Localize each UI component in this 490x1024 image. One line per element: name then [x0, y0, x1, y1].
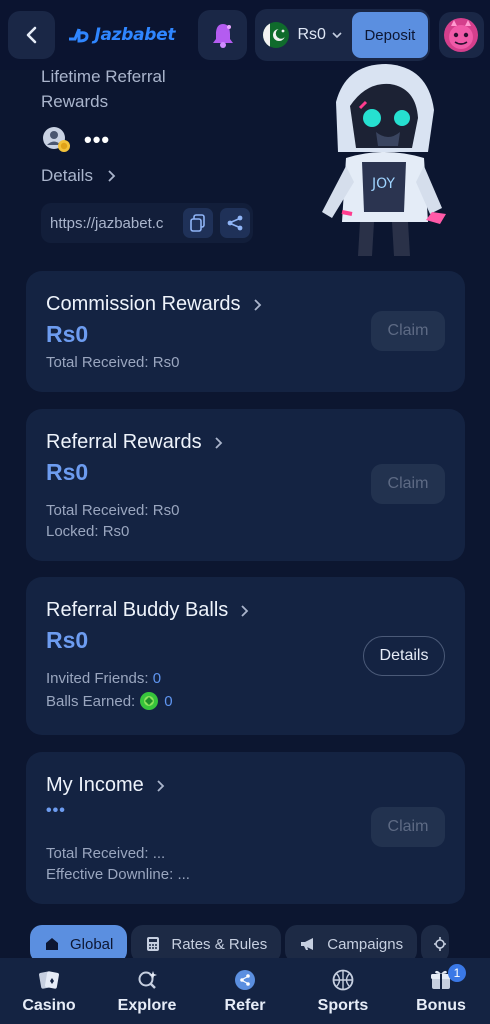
balls-earned-value: 0 — [164, 692, 173, 710]
referral-link-box: https://jazbabet.c — [41, 203, 253, 243]
balls-earned: Balls Earned: 0 — [46, 691, 173, 711]
referral-buddy-balls-card: Referral Buddy Balls Rs0 Invited Friends… — [26, 577, 465, 735]
megaphone-icon — [299, 936, 317, 952]
wallet-balance: Rs0 — [297, 26, 326, 43]
nav-refer-label: Refer — [224, 997, 266, 1014]
referral-locked: Locked: Rs0 — [46, 523, 129, 540]
bell-icon — [212, 24, 233, 48]
green-ball-icon — [140, 692, 159, 710]
avatar-devil-icon — [444, 18, 479, 52]
nav-sports[interactable]: Sports — [294, 958, 392, 1024]
effective-downline: Effective Downline: ... — [46, 866, 190, 883]
pakistan-flag-icon — [263, 22, 290, 48]
chevron-right-icon — [157, 779, 165, 792]
referral-rewards-label: Referral Rewards — [46, 431, 202, 453]
deposit-button[interactable]: Deposit — [351, 12, 428, 58]
nav-refer[interactable]: Refer — [196, 958, 294, 1024]
copy-button[interactable] — [183, 208, 213, 238]
total-received-label: Total Received: — [46, 354, 149, 371]
total-received-value: Rs0 — [152, 354, 180, 371]
user-avatar-button[interactable] — [438, 12, 484, 58]
chevron-down-icon — [332, 32, 342, 39]
hooded-robot-mascot-image: JOY — [322, 64, 446, 256]
nav-sports-label: Sports — [317, 997, 369, 1014]
explore-icon — [136, 967, 158, 993]
referral-amount: Rs0 — [46, 459, 89, 485]
referral-claim-button[interactable]: Claim — [371, 464, 445, 504]
logo-mark-icon — [69, 28, 89, 43]
svg-text:JOY: JOY — [371, 176, 395, 192]
chevron-left-icon — [26, 26, 37, 44]
share-icon — [234, 967, 256, 993]
total-received-value: Rs0 — [152, 502, 180, 519]
invited-friends: Invited Friends: 0 — [46, 670, 161, 687]
referral-total-received: Total Received: Rs0 — [46, 502, 179, 519]
loading-dots: ••• — [84, 127, 111, 152]
nav-bonus-label: Bonus — [416, 997, 466, 1014]
jazbabet-logo[interactable]: Jazbabet — [67, 25, 190, 45]
home-icon — [44, 936, 60, 952]
cards-icon — [37, 967, 61, 993]
nav-casino-label: Casino — [22, 997, 76, 1014]
nav-bonus[interactable]: Bonus 1 — [392, 958, 490, 1024]
locked-value: Rs0 — [102, 523, 130, 540]
chevron-right-icon — [108, 170, 116, 182]
income-total-received: Total Received: ... — [46, 845, 166, 862]
referral-rewards-title[interactable]: Referral Rewards — [46, 431, 224, 454]
balls-earned-label: Balls Earned: — [46, 692, 136, 710]
locked-label: Locked: — [46, 523, 99, 540]
tab-campaigns-label: Campaigns — [327, 935, 404, 953]
wallet-selector[interactable]: Rs0 Deposit — [255, 9, 430, 61]
nav-explore[interactable]: Explore — [98, 958, 196, 1024]
referral-rewards-card: Referral Rewards Rs0 Total Received: Rs0… — [26, 409, 465, 561]
tab-rates-rules-label: Rates & Rules — [171, 935, 268, 953]
chevron-right-icon — [214, 436, 222, 449]
referral-buddy-balls-title[interactable]: Referral Buddy Balls — [46, 599, 250, 622]
share-icon — [227, 215, 243, 231]
hero-details-link[interactable]: Details — [41, 166, 117, 186]
back-button[interactable] — [8, 11, 56, 59]
referral-buddy-balls-label: Referral Buddy Balls — [46, 599, 229, 621]
notifications-button[interactable] — [198, 10, 248, 60]
total-received-label: Total Received: — [46, 502, 149, 519]
nav-explore-label: Explore — [117, 997, 177, 1014]
invited-friends-label: Invited Friends: — [46, 670, 149, 687]
top-bar: Jazbabet Rs0 Deposit — [0, 0, 490, 70]
income-loading-dots: ••• — [46, 802, 66, 819]
lifetime-referral-rewards-title: Lifetime Referral Rewards — [41, 67, 166, 111]
calculator-icon — [145, 936, 161, 952]
my-income-title[interactable]: My Income — [46, 774, 166, 797]
chevron-right-icon — [241, 604, 249, 617]
basketball-icon — [332, 967, 354, 993]
tab-global-label: Global — [70, 935, 114, 953]
buddy-balls-details-button[interactable]: Details — [363, 636, 445, 676]
my-income-card: My Income ••• Total Received: ... Effect… — [26, 752, 465, 904]
referral-url[interactable]: https://jazbabet.c — [50, 215, 176, 232]
copy-icon — [190, 214, 205, 232]
commission-rewards-card: Commission Rewards Rs0 Total Received: R… — [26, 271, 465, 392]
commission-rewards-title[interactable]: Commission Rewards — [46, 293, 263, 316]
buddy-balls-amount: Rs0 — [46, 627, 89, 653]
bottom-navigation: Casino Explore Refer Sports Bonus 1 — [0, 958, 490, 1024]
hero-stats: ••• — [42, 126, 110, 154]
share-button[interactable] — [220, 208, 250, 238]
gear-icon — [433, 936, 447, 952]
commission-rewards-label: Commission Rewards — [46, 293, 241, 315]
user-coin-icon — [43, 127, 70, 152]
my-income-label: My Income — [46, 774, 144, 796]
details-label: Details — [41, 166, 93, 185]
nav-casino[interactable]: Casino — [0, 958, 98, 1024]
income-claim-button[interactable]: Claim — [371, 807, 445, 847]
chevron-right-icon — [253, 298, 261, 311]
commission-total-received: Total Received: Rs0 — [46, 354, 179, 371]
commission-amount: Rs0 — [46, 321, 89, 347]
bonus-badge: 1 — [448, 964, 466, 982]
commission-claim-button[interactable]: Claim — [371, 311, 445, 351]
invited-friends-value: 0 — [152, 670, 162, 687]
logo-text: Jazbabet — [94, 25, 176, 45]
